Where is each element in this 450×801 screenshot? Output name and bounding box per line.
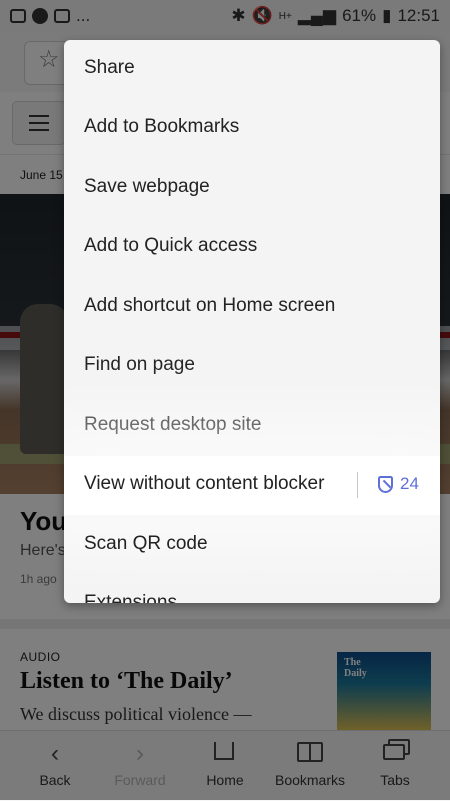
menu-item-add-shortcut-home[interactable]: Add shortcut on Home screen: [64, 278, 440, 337]
blocked-count: 24: [400, 474, 419, 493]
menu-item-label: Save webpage: [84, 176, 210, 197]
menu-item-add-to-bookmarks[interactable]: Add to Bookmarks: [64, 99, 440, 158]
menu-item-label: Request desktop site: [84, 414, 262, 435]
menu-item-share[interactable]: Share: [64, 40, 440, 99]
menu-item-label: Add shortcut on Home screen: [84, 295, 336, 316]
menu-item-label: Find on page: [84, 354, 195, 375]
menu-item-label: Extensions: [84, 592, 177, 603]
menu-item-find-on-page[interactable]: Find on page: [64, 337, 440, 396]
shield-icon: [378, 476, 393, 493]
menu-item-save-webpage[interactable]: Save webpage: [64, 159, 440, 218]
overflow-menu: Share Add to Bookmarks Save webpage Add …: [64, 40, 440, 603]
menu-item-label: Add to Quick access: [84, 235, 258, 256]
menu-item-extensions[interactable]: Extensions: [64, 575, 440, 603]
menu-item-label: Scan QR code: [84, 533, 208, 554]
menu-item-view-without-content-blocker[interactable]: View without content blocker 24: [64, 456, 440, 515]
menu-item-label: Share: [84, 57, 135, 78]
menu-item-request-desktop-site[interactable]: Request desktop site: [64, 397, 440, 456]
menu-item-scan-qr-code[interactable]: Scan QR code: [64, 516, 440, 575]
menu-item-add-to-quick-access[interactable]: Add to Quick access: [64, 218, 440, 277]
menu-item-label: Add to Bookmarks: [84, 116, 240, 137]
menu-item-label: View without content blocker: [84, 473, 325, 494]
menu-item-separator: [357, 472, 358, 498]
